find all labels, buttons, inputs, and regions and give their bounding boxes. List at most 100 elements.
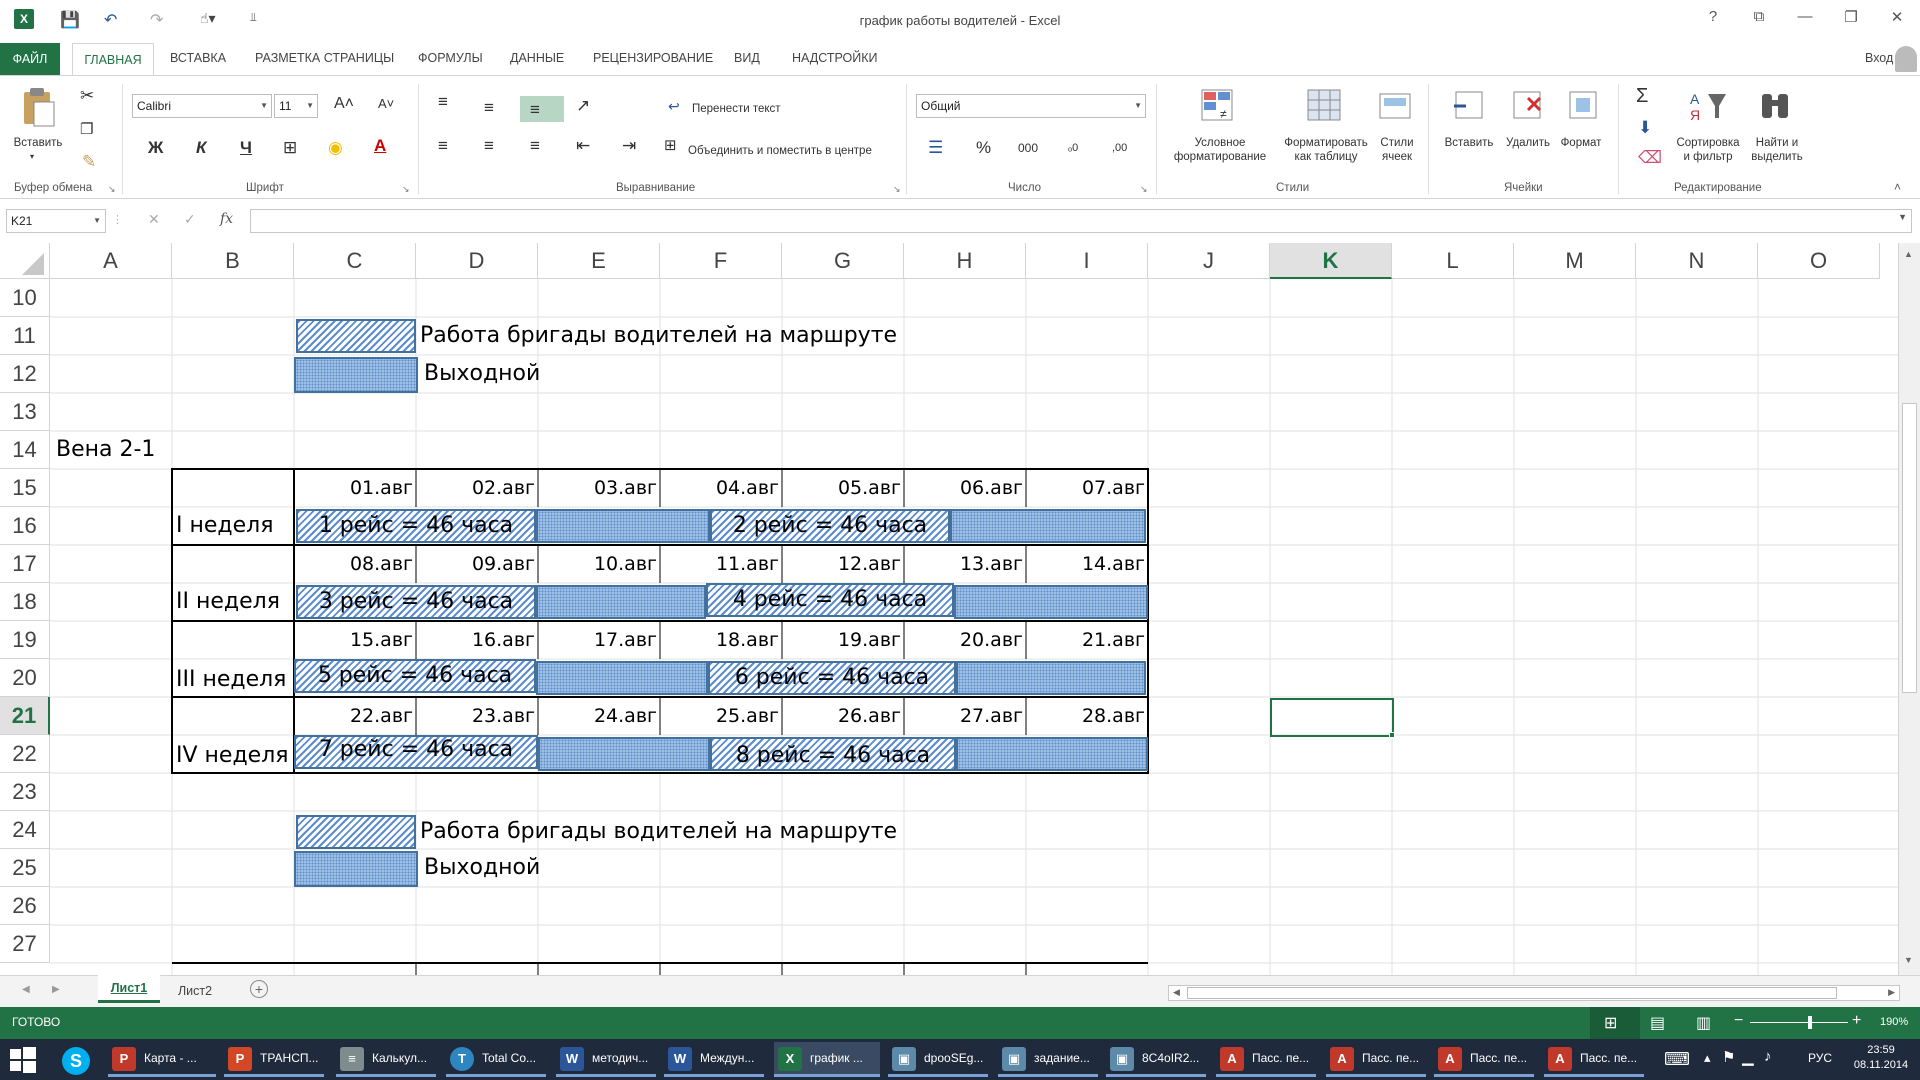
decrease-decimal-button[interactable]: ,00 xyxy=(1112,138,1127,158)
tab-formulas[interactable]: ФОРМУЛЫ xyxy=(418,51,483,65)
paste-button[interactable]: Вставить xyxy=(10,136,66,150)
row-header[interactable]: 13 xyxy=(0,393,50,431)
select-all-corner[interactable] xyxy=(0,243,50,279)
ribbon-display-button[interactable]: ⧉ xyxy=(1744,8,1774,25)
tab-file[interactable]: ФАЙЛ xyxy=(0,43,60,75)
clear-icon[interactable]: ⌫ xyxy=(1638,148,1662,168)
zoom-slider-track[interactable] xyxy=(1750,1022,1848,1023)
percent-button[interactable]: % xyxy=(976,138,991,158)
input-language[interactable]: РУС xyxy=(1808,1051,1832,1065)
fill-icon[interactable]: ⬇ xyxy=(1638,118,1652,138)
volume-icon[interactable]: ♪ xyxy=(1764,1048,1772,1065)
format-as-table-icon[interactable] xyxy=(1306,88,1342,124)
tab-review[interactable]: РЕЦЕНЗИРОВАНИЕ xyxy=(593,51,713,65)
row-header-active[interactable]: 21 xyxy=(0,697,50,735)
format-painter-icon[interactable]: ✎ xyxy=(82,152,96,172)
keyboard-icon[interactable]: ⌨ xyxy=(1664,1049,1690,1070)
column-header[interactable]: N xyxy=(1636,243,1758,279)
column-header[interactable]: E xyxy=(538,243,660,279)
scroll-down-icon[interactable]: ▼ xyxy=(1904,955,1913,965)
font-name-combo[interactable]: Calibri ▼ xyxy=(132,94,272,118)
row-header[interactable]: 20 xyxy=(0,659,50,697)
user-avatar-icon[interactable] xyxy=(1895,46,1917,72)
insert-cells-button[interactable]: Вставить xyxy=(1440,136,1498,150)
taskbar-item[interactable]: A Пасс. пе... xyxy=(1326,1042,1426,1077)
column-header[interactable]: G xyxy=(782,243,904,279)
grow-font-button[interactable]: A˄ xyxy=(334,94,354,114)
cut-icon[interactable]: ✂ xyxy=(80,86,94,106)
column-header[interactable]: I xyxy=(1026,243,1148,279)
merge-icon[interactable]: ⊞ xyxy=(664,136,677,156)
taskbar-item[interactable]: Wметодич... xyxy=(556,1042,656,1077)
sheet-tab[interactable]: Лист2 xyxy=(164,981,226,1003)
row-header[interactable]: 16 xyxy=(0,507,50,545)
network-icon[interactable]: ▁ xyxy=(1742,1048,1754,1066)
clipboard-launcher-icon[interactable]: ↘ xyxy=(108,184,116,195)
vertical-scroll-thumb[interactable] xyxy=(1902,403,1917,693)
tab-data[interactable]: ДАННЫЕ xyxy=(510,51,564,65)
align-bottom-icon[interactable]: ≡ xyxy=(530,100,540,120)
borders-icon[interactable]: ⊞ xyxy=(283,138,297,158)
taskbar-item[interactable]: T Total Co... xyxy=(446,1042,546,1077)
close-button[interactable]: ✕ xyxy=(1882,8,1912,26)
row-header[interactable]: 19 xyxy=(0,621,50,659)
merge-center-button[interactable]: Объединить и поместить в центре xyxy=(688,144,872,158)
column-header[interactable]: H xyxy=(904,243,1026,279)
row-header[interactable]: 26 xyxy=(0,887,50,925)
cancel-entry-button[interactable]: ✕ xyxy=(148,211,160,228)
name-box[interactable]: K21 ▼ xyxy=(6,209,106,233)
column-header[interactable]: A xyxy=(50,243,172,279)
conditional-formatting-icon[interactable]: ≠ xyxy=(1200,88,1236,124)
taskbar-item[interactable]: ≡ Калькул... xyxy=(336,1042,436,1077)
signin-link[interactable]: Вход xyxy=(1865,51,1893,65)
align-left-icon[interactable]: ≡ xyxy=(438,136,448,156)
row-header[interactable]: 18 xyxy=(0,583,50,621)
collapse-ribbon-icon[interactable]: ˄ xyxy=(1894,180,1901,194)
increase-decimal-button[interactable]: ₒ0 xyxy=(1068,138,1078,158)
paste-dropdown-icon[interactable]: ▾ xyxy=(30,150,34,164)
cell-styles-button[interactable]: Стили ячеек xyxy=(1374,136,1420,164)
row-header[interactable]: 14 xyxy=(0,431,50,469)
scroll-left-icon[interactable]: ◀ xyxy=(1173,987,1180,998)
zoom-slider-thumb[interactable] xyxy=(1808,1016,1812,1029)
taskbar-item[interactable]: ▣ задание... xyxy=(998,1042,1098,1077)
find-select-icon[interactable] xyxy=(1758,88,1794,124)
confirm-entry-button[interactable]: ✓ xyxy=(184,211,196,228)
row-header[interactable]: 22 xyxy=(0,735,50,773)
vertical-scrollbar[interactable]: ▲ ▼ xyxy=(1898,243,1920,975)
zoom-level[interactable]: 190% xyxy=(1880,1016,1908,1028)
horizontal-scrollbar[interactable]: ◀ ▶ xyxy=(1168,985,1900,1001)
insert-function-button[interactable]: fx xyxy=(220,211,233,227)
minimize-button[interactable]: — xyxy=(1790,8,1820,25)
skype-icon[interactable]: S xyxy=(62,1047,90,1075)
column-header-active[interactable]: K xyxy=(1270,243,1392,279)
taskbar-item[interactable]: A Пасс. пе... xyxy=(1434,1042,1534,1077)
row-header[interactable]: 17 xyxy=(0,545,50,583)
active-cell[interactable] xyxy=(1270,698,1394,737)
delete-cells-icon[interactable] xyxy=(1510,88,1546,124)
accounting-format-icon[interactable]: ☰ xyxy=(928,138,943,158)
autosum-button[interactable]: Σ xyxy=(1636,86,1648,106)
alignment-launcher-icon[interactable]: ↘ xyxy=(893,184,901,195)
increase-indent-icon[interactable]: ⇥ xyxy=(622,136,636,156)
taskbar-item[interactable]: P Карта - ... xyxy=(108,1042,216,1077)
scroll-up-icon[interactable]: ▲ xyxy=(1904,249,1913,259)
format-as-table-button[interactable]: Форматировать как таблицу xyxy=(1276,136,1376,164)
align-center-icon[interactable]: ≡ xyxy=(484,136,494,156)
flag-icon[interactable]: ⚑ xyxy=(1722,1048,1735,1066)
number-format-combo[interactable]: Общий ▼ xyxy=(916,94,1146,118)
font-size-combo[interactable]: 11 ▼ xyxy=(274,94,318,118)
sort-filter-icon[interactable]: AЯ xyxy=(1688,88,1728,124)
column-header[interactable]: O xyxy=(1758,243,1880,279)
taskbar-item-active[interactable]: Xграфик ... xyxy=(774,1042,880,1077)
find-select-button[interactable]: Найти и выделить xyxy=(1746,136,1808,164)
tray-up-icon[interactable]: ▴ xyxy=(1704,1050,1711,1066)
align-right-icon[interactable]: ≡ xyxy=(530,136,540,156)
row-header[interactable]: 24 xyxy=(0,811,50,849)
column-header[interactable]: J xyxy=(1148,243,1270,279)
wrap-text-button[interactable]: Перенести текст xyxy=(692,102,781,116)
column-header[interactable]: L xyxy=(1392,243,1514,279)
copy-icon[interactable]: ❐ xyxy=(80,120,93,140)
tab-insert[interactable]: ВСТАВКА xyxy=(170,51,226,65)
formula-input[interactable]: ▼ xyxy=(250,209,1912,233)
